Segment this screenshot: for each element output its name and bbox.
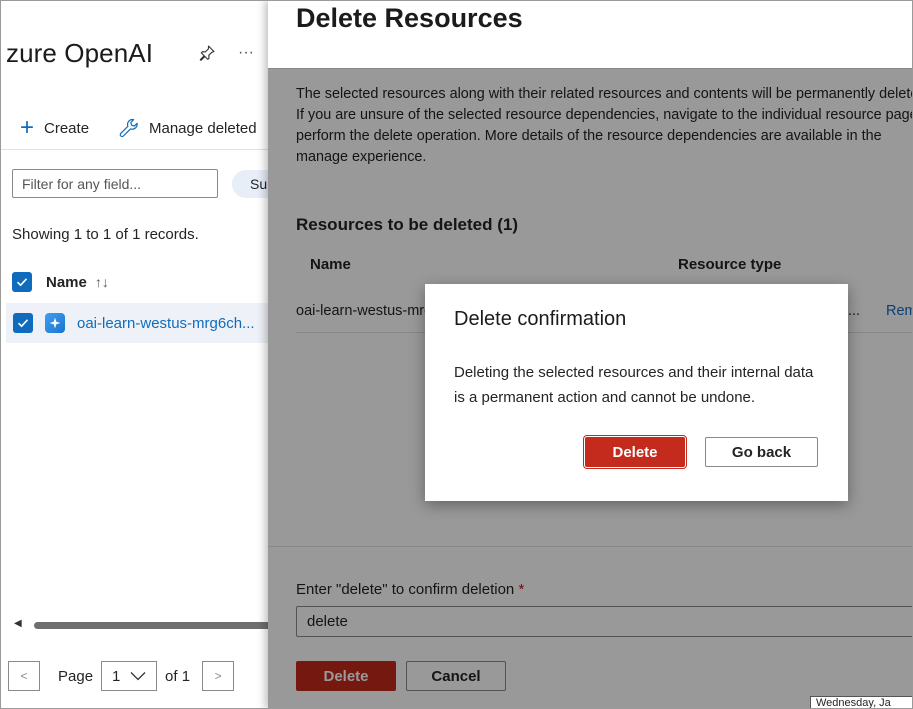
checkmark-icon [16, 278, 28, 287]
subscription-filter-pill[interactable]: Su [232, 170, 268, 198]
resource-link[interactable]: oai-learn-westus-mrg6ch... [77, 315, 255, 332]
page-select[interactable]: 1 [101, 661, 158, 691]
pin-icon[interactable] [198, 44, 216, 62]
plus-icon: + [20, 114, 35, 141]
wrench-icon [119, 118, 138, 138]
records-count: Showing 1 to 1 of 1 records. [12, 226, 199, 243]
scroll-left-icon[interactable]: ◀ [14, 618, 22, 629]
page-select-value: 1 [112, 667, 121, 685]
pagination: < Page 1 of 1 > [8, 660, 235, 692]
create-button[interactable]: + Create [20, 112, 89, 144]
panel-title: Delete Resources [296, 3, 523, 33]
create-button-label: Create [44, 119, 90, 137]
date-tooltip: Wednesday, Ja [810, 696, 913, 709]
row-checkbox[interactable] [13, 313, 33, 333]
horizontal-scrollbar[interactable]: ◀ [14, 618, 268, 630]
dialog-title: Delete confirmation [454, 308, 627, 330]
page-label: Page [58, 667, 94, 685]
page-total-label: of 1 [165, 667, 191, 685]
filter-input[interactable] [12, 169, 218, 198]
scrollbar-thumb[interactable] [34, 622, 268, 629]
table-row[interactable]: oai-learn-westus-mrg6ch... [6, 303, 268, 343]
select-all-checkbox[interactable] [12, 272, 32, 292]
divider [0, 149, 268, 150]
manage-deleted-button[interactable]: Manage deleted [118, 112, 257, 144]
dialog-body: Deleting the selected resources and thei… [454, 364, 814, 406]
sort-icon[interactable]: ↑↓ [95, 274, 109, 290]
checkmark-icon [17, 319, 29, 328]
left-blade: zure OpenAI ··· + Create Manage deleted … [0, 0, 268, 709]
command-bar: + Create Manage deleted [0, 112, 268, 144]
chevron-down-icon [130, 672, 146, 681]
confirm-delete-button[interactable]: Delete [583, 435, 687, 469]
previous-page-button[interactable]: < [8, 661, 40, 691]
next-page-button[interactable]: > [202, 661, 235, 691]
azure-openai-icon [45, 313, 65, 333]
more-options-icon[interactable]: ··· [238, 44, 254, 62]
table-header: Name ↑↓ [12, 269, 109, 295]
manage-deleted-label: Manage deleted [149, 119, 257, 137]
page-title: zure OpenAI [6, 38, 154, 68]
delete-confirmation-dialog: Delete confirmation Deleting the selecte… [425, 284, 848, 501]
go-back-button[interactable]: Go back [705, 437, 818, 467]
name-column-header[interactable]: Name [46, 274, 87, 291]
